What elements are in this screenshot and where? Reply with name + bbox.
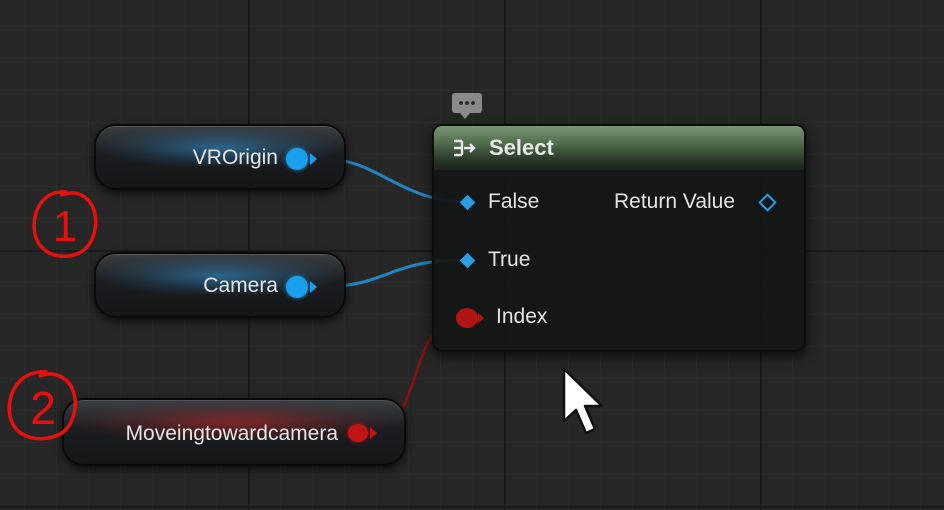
select-node[interactable]: Select False Return Value True Index [432, 124, 806, 352]
variable-node-moveingtowardcamera[interactable]: Moveingtowardcamera [62, 398, 406, 466]
comment-bubble-icon[interactable] [452, 93, 482, 119]
output-pin-arrow-moveingtowardcamera [370, 427, 377, 439]
comment-dots [458, 101, 476, 105]
select-node-icon [454, 139, 476, 157]
variable-label-vrorigin: VROrigin [192, 146, 278, 169]
output-pin-camera[interactable] [286, 276, 308, 298]
output-pin-vrorigin[interactable] [286, 148, 308, 170]
variable-node-camera[interactable]: Camera [94, 252, 346, 318]
annotation-circle-2: 2 [7, 370, 77, 441]
annotation-circle-1: 1 [32, 190, 98, 258]
output-pin-moveingtowardcamera[interactable] [348, 424, 368, 442]
annotation-number-2: 2 [30, 382, 56, 434]
input-pin-index-arrow [478, 313, 484, 323]
select-node-header[interactable]: Select [434, 126, 804, 170]
pin-label-true: True [488, 248, 531, 271]
pin-label-return-value: Return Value [614, 190, 736, 213]
pin-label-false: False [488, 190, 540, 213]
output-pin-arrow-vrorigin [310, 153, 317, 165]
output-pin-return-value[interactable] [758, 193, 777, 212]
input-pin-index[interactable] [456, 308, 478, 328]
variable-label-camera: Camera [203, 274, 278, 297]
variable-label-moveingtowardcamera: Moveingtowardcamera [125, 422, 338, 445]
input-pin-true[interactable] [459, 252, 476, 269]
annotation-number-1: 1 [53, 202, 77, 251]
output-pin-arrow-camera [310, 281, 317, 293]
pin-label-index: Index [496, 305, 548, 328]
input-pin-false[interactable] [459, 194, 476, 211]
variable-node-vrorigin[interactable]: VROrigin [94, 124, 346, 190]
select-node-title: Select [489, 135, 554, 160]
mouse-cursor-icon [562, 367, 604, 435]
